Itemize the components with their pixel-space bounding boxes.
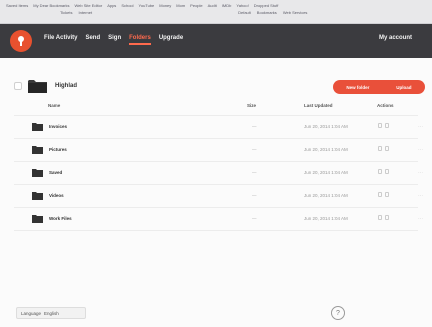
folder-size: — xyxy=(252,124,257,129)
folder-size: — xyxy=(252,170,257,175)
folder-size: — xyxy=(252,147,257,152)
nav-sign[interactable]: Sign xyxy=(108,35,121,45)
folder-icon xyxy=(32,168,43,177)
bookmark[interactable]: Internet xyxy=(79,10,93,15)
share-icon[interactable] xyxy=(378,215,382,220)
browser-toolbar: Saved Items My Dear Bookmarks Web Site E… xyxy=(0,0,432,24)
edit-icon[interactable] xyxy=(385,192,389,197)
edit-icon[interactable] xyxy=(385,123,389,128)
bookmarks-bar: Saved Items My Dear Bookmarks Web Site E… xyxy=(6,3,278,8)
more-icon[interactable]: ··· xyxy=(418,216,423,222)
folder-icon xyxy=(32,122,43,131)
table-row[interactable]: Videos — Jun 20, 2014 1:04 AM ··· xyxy=(0,186,432,206)
folder-icon xyxy=(32,191,43,200)
column-actions: Actions xyxy=(377,103,394,108)
nav-send[interactable]: Send xyxy=(85,35,100,45)
select-all-checkbox[interactable] xyxy=(14,82,22,90)
bookmark[interactable]: Bookmarks xyxy=(257,10,277,15)
folder-icon xyxy=(28,79,47,93)
table-row[interactable]: Work Files — Jun 20, 2014 1:04 AM ··· xyxy=(0,209,432,229)
divider xyxy=(14,115,418,116)
folder-icon xyxy=(32,214,43,223)
language-label: Language xyxy=(21,311,42,316)
column-name[interactable]: Name xyxy=(48,103,60,108)
folder-name[interactable]: Saved xyxy=(49,170,62,175)
share-icon[interactable] xyxy=(378,169,382,174)
account-menu[interactable]: My account xyxy=(379,35,412,41)
more-icon[interactable]: ··· xyxy=(418,147,423,153)
bookmark[interactable]: Apps xyxy=(107,3,116,8)
bookmark[interactable]: Web Site Editor xyxy=(74,3,102,8)
folder-date: Jun 20, 2014 1:04 AM xyxy=(304,193,348,198)
folder-actions: New folder Upload xyxy=(333,80,425,94)
folder-date: Jun 20, 2014 1:04 AM xyxy=(304,147,348,152)
row-actions xyxy=(378,215,389,220)
bookmark[interactable]: My Dear Bookmarks xyxy=(33,3,69,8)
folder-date: Jun 20, 2014 1:04 AM xyxy=(304,216,348,221)
row-actions xyxy=(378,123,389,128)
bookmark[interactable]: Mom xyxy=(176,3,185,8)
bookmark[interactable]: School xyxy=(121,3,133,8)
folder-name[interactable]: Invoices xyxy=(49,124,67,129)
help-icon[interactable]: ? xyxy=(331,306,345,320)
table-row[interactable]: Invoices — Jun 20, 2014 1:04 AM ··· xyxy=(0,117,432,137)
table-header: Name Size Last Updated Actions xyxy=(0,103,432,113)
divider xyxy=(14,138,418,139)
footer: Language English ? xyxy=(0,298,432,327)
folder-size: — xyxy=(252,216,257,221)
upload-button[interactable]: Upload xyxy=(396,85,411,90)
nav-folders[interactable]: Folders xyxy=(129,35,151,45)
bookmark[interactable]: YouTube xyxy=(139,3,155,8)
new-folder-button[interactable]: New folder xyxy=(346,85,369,90)
nav-upgrade[interactable]: Upgrade xyxy=(159,35,183,45)
table-row[interactable]: Pictures — Jun 20, 2014 1:04 AM ··· xyxy=(0,140,432,160)
bookmark[interactable]: Money xyxy=(159,3,171,8)
share-icon[interactable] xyxy=(378,192,382,197)
language-value: English xyxy=(44,311,59,316)
divider xyxy=(14,207,418,208)
column-size[interactable]: Size xyxy=(247,103,256,108)
divider xyxy=(14,230,418,231)
divider xyxy=(14,184,418,185)
more-icon[interactable]: ··· xyxy=(418,170,423,176)
more-icon[interactable]: ··· xyxy=(418,193,423,199)
divider xyxy=(14,161,418,162)
row-actions xyxy=(378,169,389,174)
folder-size: — xyxy=(252,193,257,198)
edit-icon[interactable] xyxy=(385,146,389,151)
share-icon[interactable] xyxy=(378,146,382,151)
table-row[interactable]: Saved — Jun 20, 2014 1:04 AM ··· xyxy=(0,163,432,183)
top-navigation: File Activity Send Sign Folders Upgrade … xyxy=(0,24,432,58)
bookmark[interactable]: Dropped Stuff xyxy=(254,3,279,8)
folder-name[interactable]: Work Files xyxy=(49,216,72,221)
folder-header: Highlad xyxy=(14,79,77,93)
nav-file-activity[interactable]: File Activity xyxy=(44,35,77,45)
more-icon[interactable]: ··· xyxy=(418,124,423,130)
folder-name[interactable]: Pictures xyxy=(49,147,67,152)
row-actions xyxy=(378,146,389,151)
bookmark[interactable]: Yahoo! xyxy=(236,3,248,8)
folder-title: Highlad xyxy=(55,83,77,89)
edit-icon[interactable] xyxy=(385,215,389,220)
folder-icon xyxy=(32,145,43,154)
folder-date: Jun 20, 2014 1:04 AM xyxy=(304,124,348,129)
nav-menu: File Activity Send Sign Folders Upgrade xyxy=(44,35,183,45)
bookmark[interactable]: Web Services xyxy=(283,10,308,15)
folder-date: Jun 20, 2014 1:04 AM xyxy=(304,170,348,175)
bookmark[interactable]: Tickets xyxy=(60,10,73,15)
bookmark[interactable]: People xyxy=(190,3,202,8)
bookmark[interactable]: Saved Items xyxy=(6,3,28,8)
bookmark[interactable]: IMDb xyxy=(222,3,232,8)
row-actions xyxy=(378,192,389,197)
share-icon[interactable] xyxy=(378,123,382,128)
folder-name[interactable]: Videos xyxy=(49,193,64,198)
language-select[interactable]: Language English xyxy=(16,307,86,319)
bookmarks-subline: Tickets Internet Default Bookmarks Web S… xyxy=(60,10,307,15)
column-updated[interactable]: Last Updated xyxy=(304,103,333,108)
bookmark[interactable]: Default xyxy=(238,10,251,15)
logo-icon[interactable] xyxy=(10,30,32,52)
bookmark[interactable]: Audit xyxy=(208,3,217,8)
edit-icon[interactable] xyxy=(385,169,389,174)
